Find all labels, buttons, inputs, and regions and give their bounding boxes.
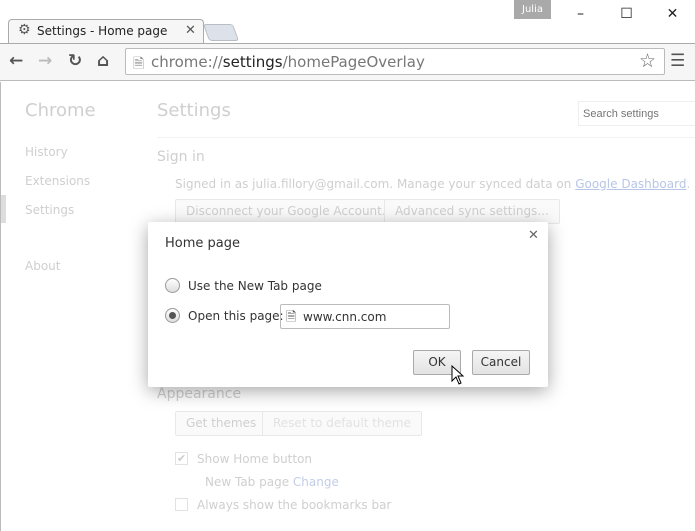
show-home-label: Show Home button (197, 452, 313, 466)
show-home-checkbox[interactable]: ✔ (175, 452, 188, 465)
toolbar: ← → ↻ ⌂ 🗎 chrome://settings/homePageOver… (0, 43, 695, 81)
sidebar-item-extensions[interactable]: Extensions (25, 174, 90, 188)
back-icon[interactable]: ← (9, 51, 23, 71)
star-icon[interactable]: ☆ (639, 50, 656, 72)
cancel-button[interactable]: Cancel (472, 350, 530, 375)
url-value: www.cnn.com (303, 310, 387, 324)
page-title: Settings (157, 100, 231, 121)
profile-button[interactable]: Julia (514, 0, 551, 19)
sidebar-item-about[interactable]: About (25, 259, 60, 273)
mouse-cursor-icon (451, 365, 465, 385)
bookmarks-label: Always show the bookmarks bar (197, 498, 392, 512)
appearance-heading: Appearance (157, 386, 242, 402)
menu-icon[interactable]: ☰ (670, 51, 685, 71)
sidebar-selected-indicator (1, 195, 6, 223)
page-icon: 🗎 (286, 310, 297, 325)
signin-heading: Sign in (157, 149, 205, 165)
tab-settings[interactable]: ⚙ Settings - Home page ✕ (8, 19, 204, 44)
bookmarks-checkbox[interactable] (175, 498, 188, 511)
sidebar-item-history[interactable]: History (25, 145, 68, 159)
dialog-title: Home page (165, 236, 240, 251)
title-bar: Julia – ☐ ✕ ⚙ Settings - Home page ✕ (0, 0, 695, 44)
reload-icon[interactable]: ↻ (68, 51, 82, 71)
signin-text: Signed in as julia.fillory@gmail.com. Ma… (175, 177, 691, 191)
sidebar-title: Chrome (25, 100, 96, 121)
reset-theme-button[interactable]: Reset to default theme (262, 411, 422, 436)
home-icon[interactable]: ⌂ (97, 51, 109, 71)
google-dashboard-link[interactable]: Google Dashboard (575, 177, 686, 191)
open-page-radio[interactable] (165, 308, 180, 323)
newtab-radio-label: Use the New Tab page (188, 279, 322, 293)
url-input[interactable]: 🗎 www.cnn.com (280, 304, 450, 329)
divider (157, 137, 695, 138)
newtab-radio[interactable] (165, 278, 180, 293)
new-tab-button[interactable] (202, 24, 240, 41)
open-page-radio-label: Open this page: (188, 309, 284, 323)
search-input[interactable] (578, 101, 695, 126)
home-page-dialog: Home page ✕ Use the New Tab page Open th… (148, 222, 548, 387)
tab-close-icon[interactable]: ✕ (185, 23, 196, 38)
forward-icon[interactable]: → (38, 51, 52, 71)
close-icon[interactable]: ✕ (528, 228, 539, 243)
disconnect-button[interactable]: Disconnect your Google Account... (175, 199, 405, 224)
tab-title: Settings - Home page (37, 24, 168, 38)
minimize-icon[interactable]: – (558, 0, 603, 28)
get-themes-button[interactable]: Get themes (175, 411, 268, 436)
maximize-icon[interactable]: ☐ (604, 0, 649, 28)
page-icon: 🗎 (133, 56, 145, 72)
address-bar[interactable]: 🗎 chrome://settings/homePageOverlay ☆ (125, 48, 665, 75)
advanced-sync-button[interactable]: Advanced sync settings... (384, 199, 560, 224)
close-icon[interactable]: ✕ (650, 0, 695, 28)
change-link[interactable]: Change (293, 475, 339, 489)
gear-icon: ⚙ (18, 22, 31, 38)
url-text: chrome://settings/homePageOverlay (151, 53, 425, 71)
sidebar-item-settings[interactable]: Settings (25, 203, 74, 217)
newtab-text: New Tab page (205, 475, 290, 489)
